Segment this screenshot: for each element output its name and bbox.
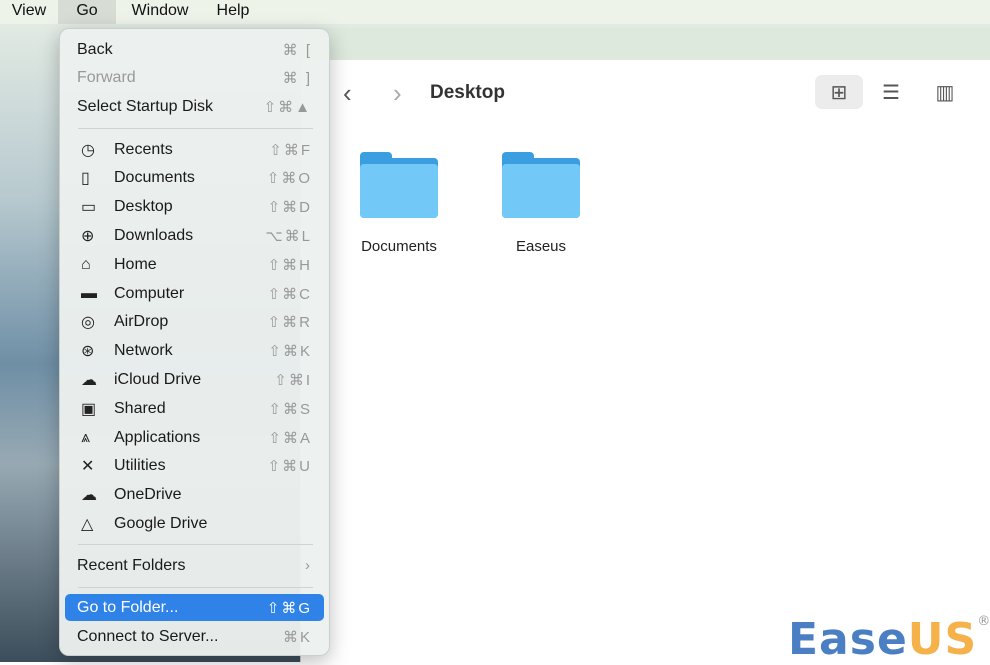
finder-window: ‹ › Desktop ⊞ ☰ ▥ Documents Easeus [300, 28, 990, 662]
shortcut: ⇧⌘U [267, 458, 312, 476]
menu-item-label: Computer [114, 284, 185, 302]
menu-item-label: Shared [114, 399, 166, 417]
menu-item-recent-folders[interactable]: Recent Folders › [65, 552, 324, 579]
cloud-icon: ☁ [81, 371, 97, 389]
back-button[interactable]: ‹ [343, 78, 352, 109]
menu-item-label: iCloud Drive [114, 370, 202, 388]
shortcut: ⌘ [ [282, 41, 312, 59]
menu-item-home[interactable]: ⌂ Home ⇧⌘H [65, 251, 324, 278]
folder-label: Easeus [515, 238, 567, 255]
menu-item-shared[interactable]: ▣ Shared ⇧⌘S [65, 395, 324, 422]
menu-item-label: AirDrop [114, 313, 169, 331]
folder-documents[interactable]: Documents [349, 152, 449, 255]
menu-item-connect-to-server[interactable]: Connect to Server... ⌘K [65, 623, 324, 650]
menu-item-label: OneDrive [114, 486, 182, 504]
menu-item-recents[interactable]: ◷ Recents ⇧⌘F [65, 136, 324, 163]
menu-item-onedrive[interactable]: ☁ OneDrive [65, 482, 324, 509]
shortcut: ⌘ ] [282, 70, 312, 87]
menu-item-label: Network [114, 342, 173, 360]
menu-item-label: Utilities [114, 457, 166, 475]
menu-window[interactable]: Window [116, 0, 204, 24]
menu-item-computer[interactable]: ▬ Computer ⇧⌘C [65, 280, 324, 307]
document-icon: ▯ [81, 170, 90, 188]
menu-separator [78, 128, 313, 129]
go-menu: Back ⌘ [ Forward ⌘ ] Select Startup Disk ⇧⌘▲ ◷… [59, 28, 330, 656]
folder-icon [360, 152, 438, 218]
shortcut: ⇧⌘F [269, 141, 312, 159]
applications-icon: ⩓ [81, 428, 91, 446]
laptop-icon: ▬ [81, 284, 97, 302]
shortcut: ⇧⌘▲ [263, 98, 312, 116]
menu-item-utilities[interactable]: ✕ Utilities ⇧⌘U [65, 453, 324, 480]
shared-folder-icon: ▣ [81, 400, 97, 418]
shortcut: ⇧⌘K [268, 343, 312, 361]
shortcut: ⇧⌘O [266, 170, 312, 188]
menu-item-icloud-drive[interactable]: ☁ iCloud Drive ⇧⌘I [65, 366, 324, 393]
window-title: Desktop [430, 82, 505, 103]
menu-go[interactable]: Go [58, 0, 116, 24]
shortcut: ⇧⌘G [266, 599, 312, 617]
menu-item-label: Applications [114, 428, 201, 446]
menu-help[interactable]: Help [204, 0, 262, 24]
menu-item-label: Back [77, 40, 113, 58]
menu-item-label: Select Startup Disk [77, 97, 214, 115]
menu-item-back[interactable]: Back ⌘ [ [65, 36, 324, 63]
shortcut: ⇧⌘A [268, 429, 312, 447]
menu-item-documents[interactable]: ▯ Documents ⇧⌘O [65, 165, 324, 192]
menu-item-label: Go to Folder... [77, 598, 179, 616]
title-bar [301, 28, 990, 60]
menu-item-go-to-folder[interactable]: Go to Folder... ⇧⌘G [65, 594, 324, 621]
menu-view[interactable]: View [0, 0, 58, 24]
cloud-icon: ☁ [81, 487, 97, 505]
globe-icon: ⊛ [81, 343, 95, 361]
menu-item-google-drive[interactable]: △ Google Drive [65, 510, 324, 537]
menu-item-select-startup-disk[interactable]: Select Startup Disk ⇧⌘▲ [65, 93, 324, 120]
home-icon: ⌂ [81, 255, 91, 273]
folder-easeus[interactable]: Easeus [491, 152, 591, 255]
shortcut: ⇧⌘I [274, 371, 312, 389]
forward-button[interactable]: › [393, 78, 402, 109]
menu-item-network[interactable]: ⊛ Network ⇧⌘K [65, 338, 324, 365]
menu-item-applications[interactable]: ⩓ Applications ⇧⌘A [65, 424, 324, 451]
menu-item-label: Connect to Server... [77, 627, 219, 645]
menu-item-label: Home [114, 255, 157, 273]
chevron-right-icon: › [305, 557, 312, 574]
shortcut: ⌘K [282, 628, 312, 646]
shortcut: ⇧⌘S [268, 400, 312, 418]
menu-item-label: Recent Folders [77, 556, 186, 574]
google-drive-icon: △ [81, 515, 94, 533]
easeus-logo: EaseUS® [788, 614, 990, 665]
shortcut: ⇧⌘R [267, 314, 312, 332]
menu-item-label: Documents [114, 169, 195, 187]
menu-item-label: Recents [114, 140, 173, 158]
list-view-button[interactable]: ☰ [867, 75, 915, 109]
shortcut: ⌥⌘L [265, 227, 312, 245]
menu-item-downloads[interactable]: ⊕ Downloads ⌥⌘L [65, 222, 324, 249]
menu-bar: View Go Window Help [0, 0, 990, 24]
shortcut: ⇧⌘H [267, 256, 312, 274]
menu-item-label: Desktop [114, 198, 173, 216]
folder-label: Documents [361, 238, 437, 255]
desktop-icon: ▭ [81, 199, 97, 217]
download-icon: ⊕ [81, 227, 95, 245]
menu-separator [78, 587, 313, 588]
shortcut: ⇧⌘D [267, 199, 312, 217]
menu-item-label: Forward [77, 69, 136, 86]
column-view-button[interactable]: ▥ [921, 75, 969, 109]
menu-item-label: Google Drive [114, 514, 208, 532]
menu-item-airdrop[interactable]: ◎ AirDrop ⇧⌘R [65, 309, 324, 336]
icon-view-button[interactable]: ⊞ [815, 75, 863, 109]
folder-icon [502, 152, 580, 218]
menu-item-label: Downloads [114, 226, 194, 244]
utilities-icon: ✕ [81, 458, 95, 476]
clock-icon: ◷ [81, 141, 95, 159]
shortcut: ⇧⌘C [267, 285, 312, 303]
menu-item-desktop[interactable]: ▭ Desktop ⇧⌘D [65, 194, 324, 221]
airdrop-icon: ◎ [81, 314, 95, 332]
menu-item-forward[interactable]: Forward ⌘ ] [65, 65, 324, 92]
menu-separator [78, 544, 313, 545]
